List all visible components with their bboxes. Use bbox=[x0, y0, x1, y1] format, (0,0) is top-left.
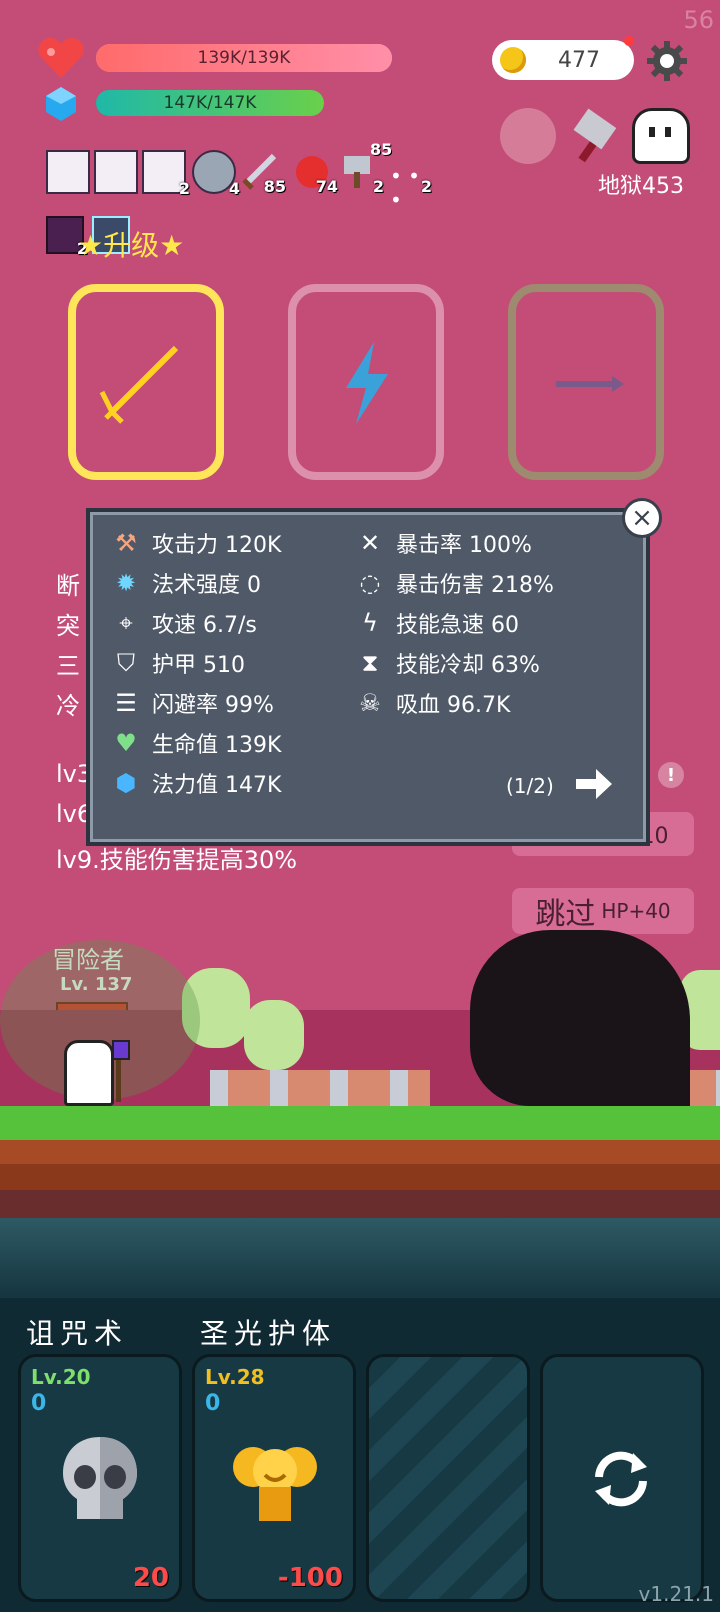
drum-buff-icon[interactable]: 4 bbox=[192, 150, 240, 198]
mana-crystal-icon bbox=[44, 86, 78, 122]
apple-buff-icon[interactable]: 74 bbox=[292, 150, 338, 196]
stat-spell-power: ✹ 法术强度 0 bbox=[110, 566, 261, 600]
skill-cost: 20 bbox=[132, 1563, 169, 1593]
boss-portrait-icon[interactable] bbox=[500, 108, 556, 164]
desc-line: 突 bbox=[56, 612, 80, 640]
pitchfork-icon bbox=[99, 345, 179, 424]
staff-icon bbox=[112, 1040, 130, 1102]
arrow-right-icon bbox=[576, 769, 612, 799]
arrow-icon bbox=[556, 376, 624, 392]
upgrade-card-arrow[interactable] bbox=[508, 284, 664, 480]
skip-bonus: HP+40 bbox=[601, 899, 671, 923]
skill-mana: 0 bbox=[205, 1391, 221, 1416]
gold-counter: 477 bbox=[492, 40, 634, 80]
stage-label: 地狱453 bbox=[598, 174, 684, 199]
ground-dirt bbox=[0, 1140, 720, 1218]
stat-mana: ⬢ 法力值 147K bbox=[110, 766, 282, 800]
water bbox=[0, 1218, 720, 1298]
desc-line: 三 bbox=[56, 652, 80, 680]
heart-icon: ♥ bbox=[115, 729, 137, 757]
stat-lifesteal: ☠ 吸血 96.7K bbox=[354, 686, 510, 720]
ground-grass bbox=[0, 1106, 720, 1140]
skill-title: 圣光护体 bbox=[200, 1317, 337, 1350]
sword-buff-icon[interactable]: 85 bbox=[240, 150, 286, 196]
skill-mana: 0 bbox=[31, 1391, 47, 1416]
hp-bar: 139K/139K bbox=[96, 44, 392, 72]
scroll-buff-icon[interactable] bbox=[94, 150, 138, 194]
skip-label: 跳过 bbox=[535, 897, 596, 932]
stat-armor: ⛉ 护甲 510 bbox=[110, 646, 245, 680]
notification-dot bbox=[624, 36, 634, 46]
upgrade-card-lightning[interactable] bbox=[288, 284, 444, 480]
version-label: v1.21.1 bbox=[638, 1582, 714, 1606]
ghost-icon[interactable] bbox=[632, 108, 690, 164]
shadow-monster bbox=[470, 930, 690, 1106]
scroll-buff-icon[interactable]: 2 bbox=[142, 150, 190, 198]
stat-attack-speed: ⌖ 攻速 6.7/s bbox=[110, 606, 257, 640]
upgrade-card-pitchfork[interactable] bbox=[68, 284, 224, 480]
skull-icon bbox=[57, 1433, 143, 1525]
stat-crit-damage: ◌ 暴击伤害 218% bbox=[354, 566, 554, 600]
lightning-icon bbox=[346, 342, 388, 424]
fps-counter: 56 bbox=[683, 6, 714, 34]
stats-panel: ⚒ 攻击力 120K ✹ 法术强度 0 ⌖ 攻速 6.7/s ⛉ 护甲 510 ☰ 闪避率… bbox=[86, 508, 650, 846]
tree bbox=[244, 1000, 304, 1070]
stat-hp: ♥ 生命值 139K bbox=[110, 726, 281, 760]
gold-value: 477 bbox=[558, 47, 600, 73]
crosshair-icon: ⌖ bbox=[119, 609, 133, 637]
hammer-top-count: 85 bbox=[370, 140, 393, 159]
dodge-icon: ☰ bbox=[115, 689, 137, 717]
hp-text: 139K/139K bbox=[197, 48, 291, 68]
skill-level: Lv.28 bbox=[205, 1365, 265, 1389]
crit-icon: ✕ bbox=[359, 529, 381, 557]
skill-refresh-card[interactable] bbox=[540, 1354, 704, 1602]
skill-level: Lv.20 bbox=[31, 1365, 91, 1389]
skip-button[interactable]: 跳过 HP+40 bbox=[512, 888, 694, 934]
close-icon: × bbox=[631, 503, 653, 533]
desc-line: 断 bbox=[56, 572, 80, 600]
stat-attack: ⚒ 攻击力 120K bbox=[110, 526, 281, 560]
mana-bar: 147K/147K bbox=[96, 90, 324, 116]
close-button[interactable]: × bbox=[622, 498, 662, 538]
gear-icon bbox=[647, 41, 687, 81]
lightning-icon: ϟ bbox=[362, 609, 378, 637]
stat-dodge: ☰ 闪避率 99% bbox=[110, 686, 274, 720]
shield-icon: ⛉ bbox=[117, 649, 135, 677]
skill-title: 诅咒术 bbox=[26, 1317, 129, 1350]
hourglass-icon: ⧗ bbox=[361, 649, 379, 677]
scroll-buff-icon[interactable] bbox=[46, 150, 90, 194]
axe-icon: ⚒ bbox=[115, 529, 137, 557]
sun-icon: ✹ bbox=[115, 569, 137, 597]
settings-button[interactable] bbox=[646, 40, 688, 82]
cleaver-icon[interactable] bbox=[566, 108, 622, 164]
refresh-icon bbox=[589, 1447, 653, 1511]
next-page-button[interactable] bbox=[574, 766, 614, 802]
desc-line: 冷 bbox=[56, 692, 80, 720]
skill-cost: -100 bbox=[277, 1563, 343, 1593]
hero-sprite bbox=[64, 1040, 114, 1106]
mana-icon: ⬢ bbox=[115, 769, 137, 797]
heart-icon bbox=[36, 36, 86, 80]
upgrade-title: ★升级★ bbox=[78, 229, 185, 262]
skill-card-curse[interactable]: Lv.20 0 20 bbox=[18, 1354, 182, 1602]
stat-skill-cooldown: ⧗ 技能冷却 63% bbox=[354, 646, 540, 680]
skill-card-holy-shield[interactable]: Lv.28 0 -100 bbox=[192, 1354, 356, 1602]
panel-page: (1/2) bbox=[506, 774, 554, 798]
crit-dmg-icon: ◌ bbox=[359, 569, 381, 597]
coin-icon bbox=[500, 47, 526, 73]
stat-crit-rate: ✕ 暴击率 100% bbox=[354, 526, 532, 560]
mana-text: 147K/147K bbox=[163, 93, 257, 113]
fence bbox=[210, 1070, 430, 1106]
lifesteal-icon: ☠ bbox=[359, 689, 381, 717]
golden-angel-icon bbox=[229, 1431, 321, 1527]
skill-card-empty[interactable] bbox=[366, 1354, 530, 1602]
info-icon[interactable]: ! bbox=[658, 762, 684, 788]
stat-skill-haste: ϟ 技能急速 60 bbox=[354, 606, 519, 640]
